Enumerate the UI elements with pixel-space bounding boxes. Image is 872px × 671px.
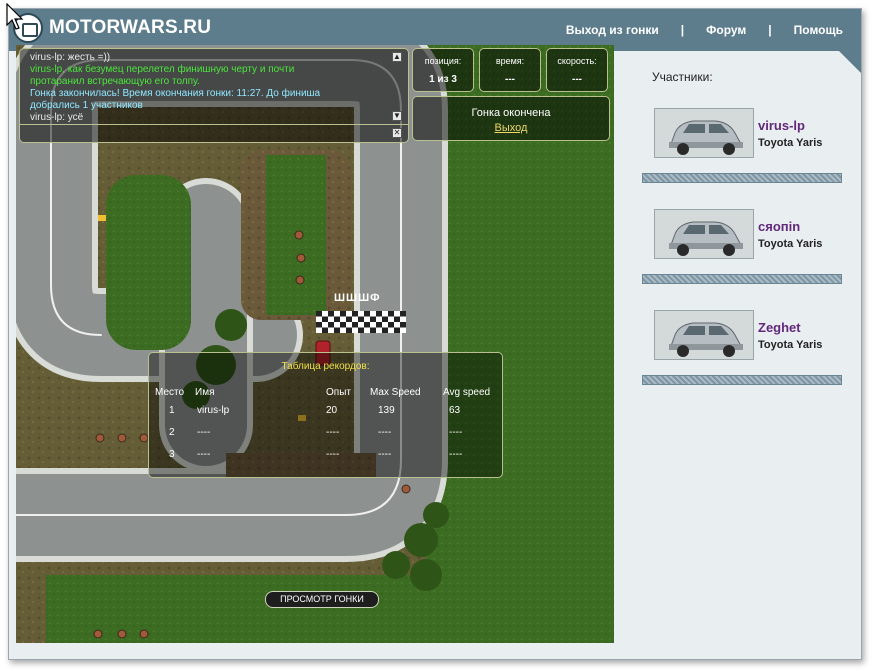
records-cell: 3: [169, 449, 175, 460]
records-cell: 1: [169, 405, 175, 416]
records-cell: 139: [378, 405, 395, 416]
logo-text: MOTORWARS.RU: [49, 17, 212, 38]
chat-line: добрались 1 участников: [30, 100, 143, 111]
participants-title: Участники:: [652, 70, 713, 84]
participant-card[interactable]: сяопin Toyota Yaris: [654, 209, 854, 265]
chat-scroll-up-icon[interactable]: ▲: [392, 52, 402, 62]
records-cell: virus-lp: [197, 405, 230, 416]
records-cell: 63: [449, 405, 461, 416]
records-cell: ----: [378, 449, 392, 460]
records-cell: ----: [449, 427, 463, 438]
mouse-cursor-icon: [6, 3, 24, 30]
participant-car: Toyota Yaris: [758, 238, 823, 250]
race-exit-link[interactable]: Выход: [413, 122, 609, 134]
records-header-place: Место: [155, 387, 185, 398]
participant-car: Toyota Yaris: [758, 137, 823, 149]
car-image: [654, 310, 754, 360]
records-cell: ----: [449, 449, 463, 460]
records-cell: ----: [378, 427, 392, 438]
speed-label: скорость:: [557, 56, 597, 66]
exit-race-link[interactable]: Выход из гонки: [566, 23, 659, 37]
participant-progress-bar: [642, 173, 842, 183]
car-image: [654, 209, 754, 259]
time-panel: время: ---: [479, 48, 541, 92]
forum-link[interactable]: Форум: [706, 23, 746, 37]
records-cell: 20: [326, 405, 338, 416]
participant-progress-bar: [642, 375, 842, 385]
car-image: [654, 108, 754, 158]
time-value: ---: [505, 74, 515, 85]
car-icon: [655, 210, 753, 258]
nav-separator: |: [680, 23, 685, 37]
participant-card[interactable]: virus-lp Toyota Yaris: [654, 108, 854, 164]
nav-separator: |: [768, 23, 772, 37]
records-table: Таблица рекордов: Место Имя Опыт Max Spe…: [148, 352, 503, 478]
records-title: Таблица рекордов:: [281, 361, 370, 372]
chat-messages: virus-lp: жесть =)) virus-lp, как безуме…: [30, 52, 385, 124]
records-cell: ----: [326, 427, 340, 438]
chat-line: Гонка закончилась! Время окончания гонки…: [30, 88, 321, 99]
car-icon: [655, 109, 753, 157]
race-status-panel: Гонка окончена Выход: [412, 96, 610, 141]
chat-scroll-down-icon[interactable]: ▼: [392, 111, 402, 121]
help-link[interactable]: Помощь: [794, 23, 843, 37]
records-header-name: Имя: [195, 387, 215, 398]
chat-line: virus-lp: жесть =)): [30, 52, 111, 63]
race-review-button[interactable]: ПРОСМОТР ГОНКИ: [265, 591, 379, 608]
speed-panel: скорость: ---: [546, 48, 608, 92]
chat-close-icon[interactable]: ✕: [392, 128, 402, 138]
participant-car: Toyota Yaris: [758, 339, 823, 351]
race-status-text: Гонка окончена: [471, 107, 551, 119]
chat-line: протаранил встречающую его толпу.: [30, 76, 200, 87]
records-header-avg-speed: Avg speed: [443, 387, 491, 398]
position-label: позиция:: [424, 56, 462, 66]
speed-value: ---: [572, 74, 582, 85]
records-header-max-speed: Max Speed: [370, 387, 421, 398]
chat-line: virus-lp, как безумец перелетел финишную…: [30, 64, 295, 75]
car-icon: [655, 311, 753, 359]
time-label: время:: [495, 56, 525, 66]
participant-name: Zeghet: [758, 320, 801, 335]
finish-line-label: ШШШФ: [334, 292, 381, 304]
position-panel: позиция: 1 из 3: [412, 48, 474, 92]
chat-panel: virus-lp: жесть =)) virus-lp, как безуме…: [19, 48, 409, 143]
race-track-view[interactable]: ШШШФ virus-lp: жесть =)) virus-lp, как б…: [16, 45, 614, 643]
top-nav: Выход из гонки | Форум | Помощь: [566, 23, 843, 37]
position-value: 1 из 3: [429, 74, 457, 85]
chat-divider: [20, 124, 408, 125]
participant-name: сяопin: [758, 219, 801, 234]
site-logo[interactable]: MOTORWARS.RU: [13, 13, 211, 43]
participant-progress-bar: [642, 274, 842, 284]
header-corner: [839, 51, 861, 73]
records-cell: ----: [197, 449, 211, 460]
records-cell: ----: [326, 449, 340, 460]
records-cell: 2: [169, 427, 175, 438]
participant-name: virus-lp: [758, 118, 805, 133]
chat-line: virus-lp: усё: [30, 112, 84, 123]
participant-card[interactable]: Zeghet Toyota Yaris: [654, 310, 854, 366]
records-header-exp: Опыт: [326, 387, 351, 398]
records-cell: ----: [197, 427, 211, 438]
